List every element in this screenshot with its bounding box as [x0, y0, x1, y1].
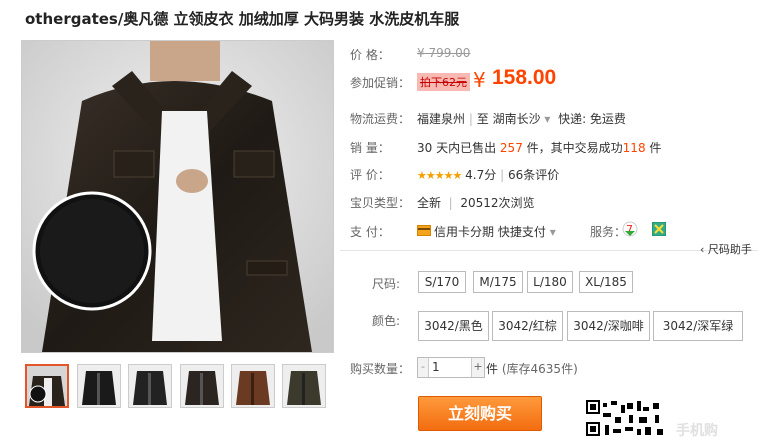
view-count: 20512次浏览 [460, 196, 535, 210]
service-7day-icon: 7 [622, 221, 638, 240]
color-option-dark-green[interactable]: 3042/深军绿 [653, 311, 743, 341]
thumbnail-pointer [46, 364, 56, 365]
rating-info: ★★★★★ 4.7分 | 66条评价 [417, 168, 560, 182]
size-label: 尺码: [372, 277, 401, 291]
sales-info: 30 天内已售出 257 件，其中交易成功118 件 [417, 141, 662, 155]
credit-installment-link[interactable]: 信用卡分期 [434, 225, 494, 239]
service-guarantee-icon [651, 221, 667, 239]
size-option-s[interactable]: S/170 [418, 271, 466, 293]
mobile-buy-label: 手机购 [676, 423, 718, 439]
stock-info: (库存4635件) [501, 362, 578, 376]
ship-destination-select[interactable]: 湖南长沙 ▾ [493, 112, 551, 126]
size-helper-link[interactable]: ‹ 尺码助手 [700, 241, 752, 257]
original-price: ¥ 799.00 [417, 46, 471, 60]
price-label: 价 格： [350, 48, 390, 62]
size-option-xl[interactable]: XL/185 [579, 271, 633, 293]
quick-pay-link[interactable]: 快捷支付 [498, 225, 546, 239]
currency-symbol: ¥ [473, 68, 486, 92]
size-option-m[interactable]: M/175 [473, 271, 523, 293]
shipping-info: 福建泉州 | 至 湖南长沙 ▾ 快递: 免运费 [417, 110, 626, 127]
ship-to-prefix: 至 [476, 112, 489, 126]
separator: | [468, 112, 473, 126]
sold-count: 257 [499, 141, 523, 155]
thumbnail-5[interactable] [231, 364, 275, 408]
main-product-image[interactable] [21, 40, 334, 353]
buy-now-button[interactable]: 立刻购买 [418, 396, 542, 431]
thumbnail-1[interactable] [25, 364, 69, 408]
rating-label: 评 价： [350, 168, 390, 182]
thumbnail-3[interactable] [128, 364, 172, 408]
chevron-down-icon: ▾ [544, 112, 551, 126]
promo-price: 158.00 [492, 66, 557, 89]
color-option-dark-coffee[interactable]: 3042/深咖啡 [567, 311, 650, 341]
shipping-label: 物流运费： [350, 112, 411, 126]
sales-label: 销 量： [350, 141, 390, 155]
rating-stars-icon: ★★★★★ [417, 169, 462, 182]
condition: 全新 [417, 196, 442, 210]
ship-from: 福建泉州 [417, 112, 466, 126]
qr-code-icon[interactable] [585, 399, 669, 439]
divider [340, 250, 758, 251]
thumbnail-2[interactable] [77, 364, 121, 408]
quantity-unit: 件 (库存4635件) [486, 362, 578, 376]
service-label: 服务： [590, 225, 627, 239]
credit-card-icon [417, 225, 431, 236]
quantity-minus-button[interactable]: - [418, 358, 429, 377]
promo-label: 参加促销： [350, 76, 411, 90]
payment-info: 信用卡分期 快捷支付 ▾ [434, 223, 556, 240]
chevron-down-icon[interactable]: ▾ [550, 225, 556, 239]
thumbnail-4[interactable] [180, 364, 224, 408]
type-info: 全新 | 20512次浏览 [417, 196, 535, 210]
product-title: othergates/奥凡德 立领皮衣 加绒加厚 大码男装 水洗皮机车服 [25, 10, 460, 28]
rating-score: 4.7分 [465, 168, 497, 182]
color-option-red-brown[interactable]: 3042/红棕 [492, 311, 563, 341]
express-fee: 快递: 免运费 [558, 112, 626, 126]
payment-label: 支 付： [350, 225, 390, 239]
success-count: 118 [622, 141, 646, 155]
thumbnail-6[interactable] [282, 364, 326, 408]
color-label: 颜色: [372, 314, 401, 328]
type-label: 宝贝类型： [350, 196, 411, 210]
color-option-black[interactable]: 3042/黑色 [418, 311, 489, 341]
quantity-stepper: - 1 + [417, 357, 485, 378]
quantity-label: 购买数量： [350, 362, 411, 376]
size-option-l[interactable]: L/180 [527, 271, 573, 293]
promo-badge: 拍下62元 [417, 73, 470, 91]
quantity-plus-button[interactable]: + [471, 358, 484, 377]
quantity-input[interactable]: 1 [432, 360, 440, 374]
reviews-link[interactable]: 66条评价 [508, 168, 559, 182]
